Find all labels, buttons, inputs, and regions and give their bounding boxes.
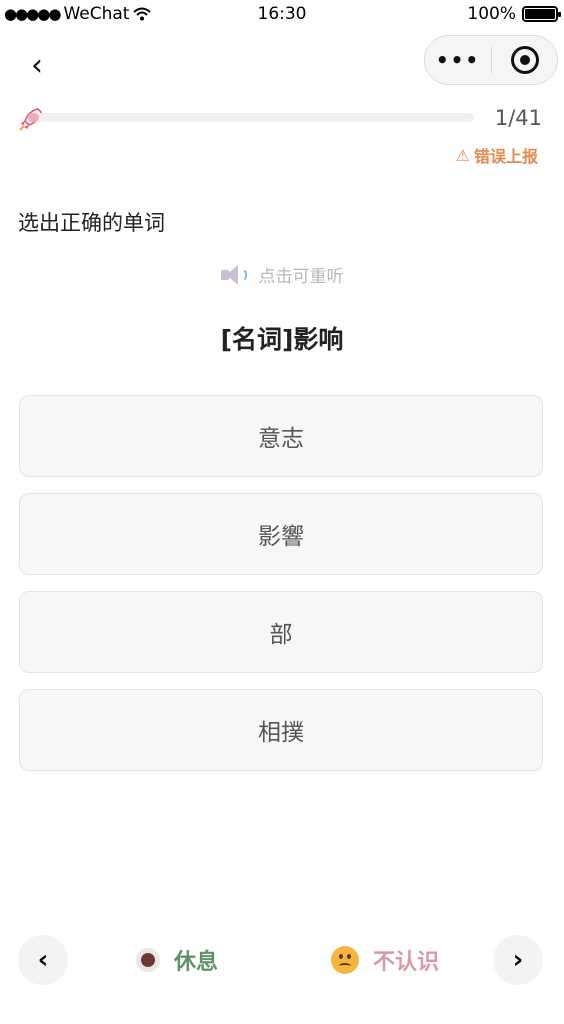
progress-bar (28, 113, 474, 122)
answer-option[interactable]: 影響 (19, 493, 543, 575)
prompt-word: [名词]影响 (220, 325, 344, 354)
error-report-label: 错误上报 (473, 147, 538, 166)
progress-fill (28, 113, 39, 122)
back-button[interactable]: ‹ (22, 46, 52, 86)
dont-know-button[interactable]: 不认识 (331, 944, 439, 976)
coffee-icon (136, 948, 160, 972)
answer-option[interactable]: 部 (19, 591, 543, 673)
mini-program-capsule: ••• (424, 35, 558, 85)
answer-options: 意志 影響 部 相撲 (19, 395, 543, 787)
answer-option[interactable]: 相撲 (19, 689, 543, 771)
dont-know-label: 不认识 (373, 950, 440, 975)
warning-icon: ⚠ (455, 145, 470, 165)
error-report-button[interactable]: ⚠ 错误上报 (456, 143, 538, 167)
next-button[interactable]: › (493, 935, 543, 985)
more-menu-button[interactable]: ••• (425, 48, 491, 72)
speaker-icon (220, 264, 249, 286)
previous-button[interactable]: ‹ (18, 935, 68, 985)
close-miniprogram-button[interactable] (492, 46, 557, 74)
status-right: 100% (467, 4, 561, 24)
progress-counter: 1/41 (494, 106, 542, 130)
replay-label: 点击可重听 (258, 267, 344, 287)
rest-label: 休息 (174, 950, 219, 975)
replay-audio-button[interactable]: 点击可重听 (0, 262, 564, 287)
target-icon (510, 46, 539, 74)
rest-button[interactable]: 休息 (136, 944, 218, 976)
battery-icon (522, 6, 561, 22)
sad-face-icon (331, 946, 359, 974)
quiz-page: ●●●●● WeChat 16:30 100% ‹ ••• 1/41 ⚠ 错误上… (0, 0, 564, 1024)
answer-option[interactable]: 意志 (19, 395, 543, 477)
question-instruction: 选出正确的单词 (18, 211, 165, 235)
battery-percent: 100% (467, 4, 516, 24)
status-bar: ●●●●● WeChat 16:30 100% (0, 0, 564, 30)
